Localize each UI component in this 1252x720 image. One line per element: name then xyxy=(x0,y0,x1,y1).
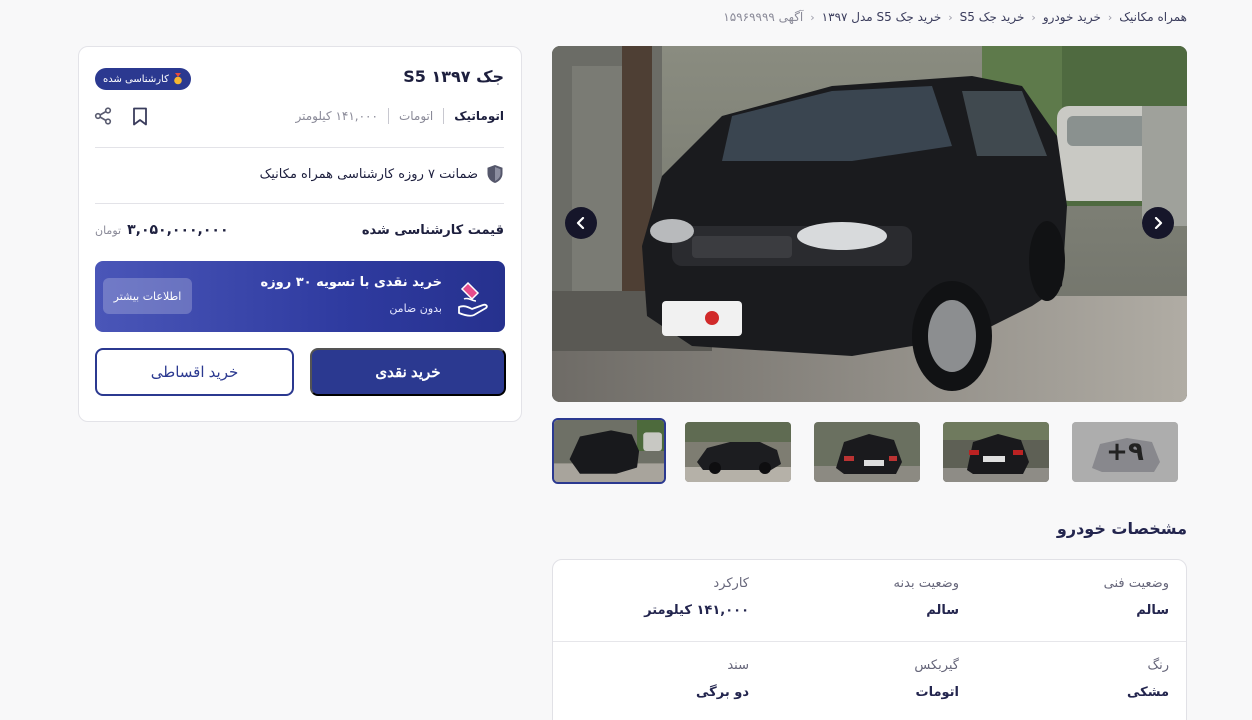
chevron-right-icon xyxy=(1154,217,1163,229)
badge-label: کارشناسی شده xyxy=(103,73,169,85)
cash-30day-banner: خرید نقدی با تسویه ۳۰ روزه بدون ضامن اطل… xyxy=(95,261,505,332)
specs-row: وضعیت فنی سالم وضعیت بدنه سالم کارکرد ۱۴… xyxy=(553,560,1186,642)
main-car-photo[interactable] xyxy=(552,46,1187,402)
meta-divider xyxy=(443,108,445,124)
breadcrumb-buy-car[interactable]: خرید خودرو xyxy=(1043,10,1101,24)
gallery-next-button[interactable] xyxy=(1142,207,1174,239)
spec-label: وضعیت بدنه xyxy=(893,576,959,591)
spec-value: سالم xyxy=(1136,603,1169,618)
breadcrumb-ad-id: آگهی ۱۵۹۶۹۹۹۹ xyxy=(723,10,804,24)
meta-divider xyxy=(387,108,389,124)
spec-value: مشکی xyxy=(1127,685,1169,700)
specs-row: رنگ مشکی گیربکس اتومات سند دو برگی xyxy=(553,642,1186,720)
shield-icon xyxy=(487,165,503,183)
gallery-more-thumbnail[interactable]: +۹ xyxy=(1072,422,1178,482)
breadcrumb-home[interactable]: همراه مکانیک xyxy=(1119,10,1187,24)
spec-color: رنگ مشکی xyxy=(969,658,1169,700)
spec-value: سالم xyxy=(926,603,959,618)
more-info-button[interactable]: اطلاعات بیشتر xyxy=(103,278,192,314)
divider xyxy=(95,203,504,204)
specs-card: وضعیت فنی سالم وضعیت بدنه سالم کارکرد ۱۴… xyxy=(552,559,1187,720)
bookmark-button[interactable] xyxy=(129,105,151,127)
listing-meta: اتوماتیک اتومات ۱۴۱,۰۰۰ کیلومتر xyxy=(295,108,504,124)
hand-coin-icon xyxy=(456,279,490,323)
breadcrumb-separator-icon: ‹ xyxy=(1107,10,1113,24)
price-label: قیمت کارشناسی شده xyxy=(361,223,504,238)
listing-title: جک S5 ۱۳۹۷ xyxy=(403,67,504,86)
spec-body-condition: وضعیت بدنه سالم xyxy=(759,576,959,618)
spec-value: اتومات xyxy=(915,685,959,700)
spec-mileage: کارکرد ۱۴۱,۰۰۰ کیلومتر xyxy=(549,576,749,618)
spec-label: کارکرد xyxy=(713,576,749,591)
spec-document: سند دو برگی xyxy=(549,658,749,700)
share-icon xyxy=(94,107,112,125)
medal-icon xyxy=(174,73,182,85)
warranty-text: ضمانت ۷ روزه کارشناسی همراه مکانیک xyxy=(259,166,478,182)
breadcrumb-model-year[interactable]: خرید جک S5 مدل ۱۳۹۷ xyxy=(822,10,942,24)
gallery-prev-button[interactable] xyxy=(565,207,597,239)
more-photos-count: +۹ xyxy=(1072,422,1178,482)
share-button[interactable] xyxy=(92,105,114,127)
gallery-thumbnail[interactable] xyxy=(814,422,920,482)
breadcrumb-separator-icon: ‹ xyxy=(948,10,953,24)
spec-label: رنگ xyxy=(1147,658,1169,673)
spec-value: ۱۴۱,۰۰۰ کیلومتر xyxy=(644,603,749,618)
meta-mileage: ۱۴۱,۰۰۰ کیلومتر xyxy=(295,109,378,123)
breadcrumb-buy-jac-s5[interactable]: خرید جک S5 xyxy=(960,10,1025,24)
listing-card: جک S5 ۱۳۹۷ کارشناسی شده اتوماتیک اتومات … xyxy=(78,46,522,422)
gallery-thumbnail[interactable] xyxy=(685,422,791,482)
banner-subtitle: بدون ضامن xyxy=(389,302,442,315)
cash-buy-button[interactable]: خرید نقدی xyxy=(310,348,506,396)
spec-gearbox: گیربکس اتومات xyxy=(759,658,959,700)
meta-transmission-type: اتوماتیک xyxy=(454,109,504,123)
breadcrumb-separator-icon: ‹ xyxy=(1031,10,1036,24)
divider xyxy=(95,147,504,148)
spec-label: وضعیت فنی xyxy=(1103,576,1169,591)
installment-buy-button[interactable]: خرید اقساطی xyxy=(95,348,294,396)
gallery-thumbnail[interactable] xyxy=(552,418,666,484)
specs-title: مشخصات خودرو xyxy=(1056,519,1187,538)
meta-gearbox: اتومات xyxy=(398,109,434,123)
price-amount: ۳,۰۵۰,۰۰۰,۰۰۰ xyxy=(127,222,229,238)
breadcrumb-separator-icon: ‹ xyxy=(810,10,815,24)
warranty-info: ضمانت ۷ روزه کارشناسی همراه مکانیک xyxy=(260,164,504,184)
price-unit: تومان xyxy=(95,224,122,237)
price: ۳,۰۵۰,۰۰۰,۰۰۰ تومان xyxy=(95,222,228,238)
chevron-left-icon xyxy=(576,217,585,229)
banner-title: خرید نقدی با تسویه ۳۰ روزه xyxy=(260,275,442,290)
inspected-badge: کارشناسی شده xyxy=(95,68,191,90)
spec-label: سند xyxy=(727,658,749,673)
spec-technical-condition: وضعیت فنی سالم xyxy=(969,576,1169,618)
breadcrumb: همراه مکانیک ‹ خرید خودرو ‹ خرید جک S5 ‹… xyxy=(723,10,1187,24)
bookmark-icon xyxy=(133,107,147,125)
spec-value: دو برگی xyxy=(696,685,749,700)
spec-label: گیربکس xyxy=(914,658,959,673)
gallery-thumbnail[interactable] xyxy=(943,422,1049,482)
